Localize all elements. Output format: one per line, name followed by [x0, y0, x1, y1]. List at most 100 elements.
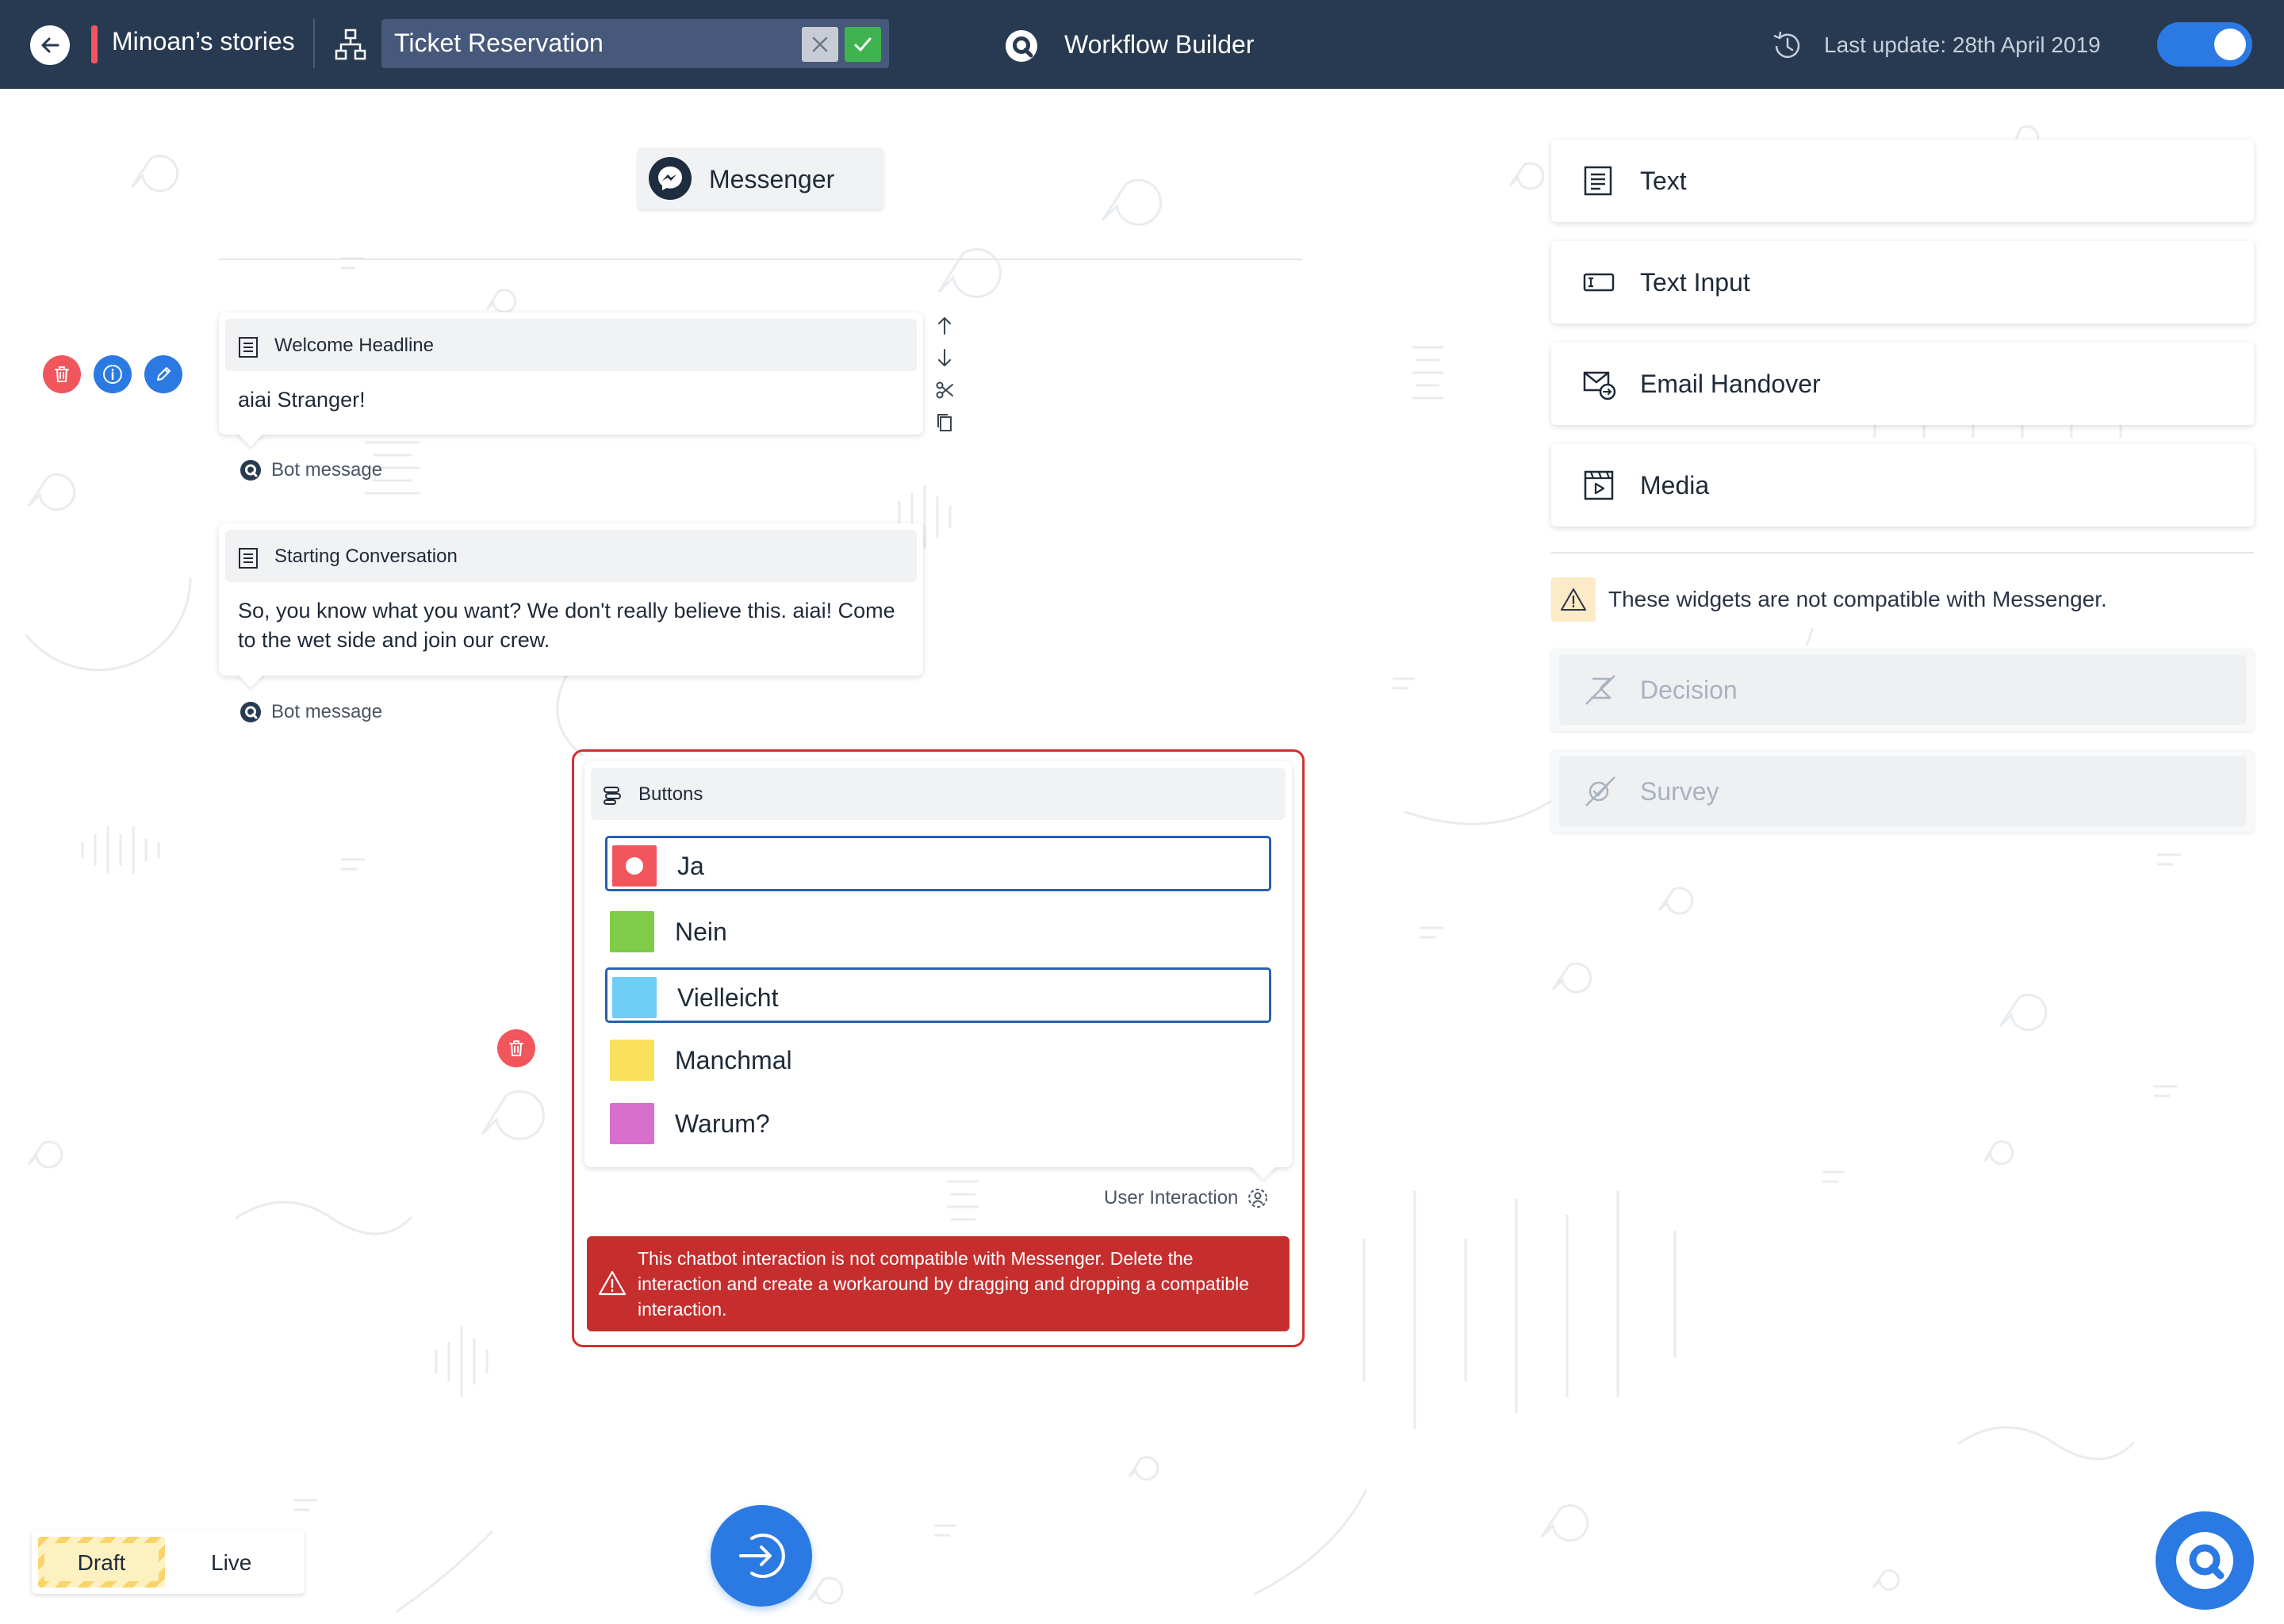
option-color-swatch: [610, 1103, 654, 1144]
card-title: Starting Conversation: [274, 546, 458, 567]
widget-decision-disabled: Decision: [1551, 649, 2254, 731]
edit-card-button[interactable]: [144, 355, 182, 393]
text-input-icon: [1583, 273, 1615, 292]
widget-email-handover[interactable]: Email Handover: [1551, 343, 2254, 425]
option-button-nein[interactable]: Nein: [605, 904, 1271, 959]
message-card-starting-conversation[interactable]: Starting Conversation So, you know what …: [219, 523, 923, 688]
incompatibility-error-banner: This chatbot interaction is not compatib…: [587, 1236, 1290, 1331]
pencil-icon: [157, 367, 171, 381]
bot-message-label: Bot message: [271, 459, 383, 481]
warning-triangle-icon: [598, 1270, 627, 1296]
message-card-welcome[interactable]: Welcome Headline aiai Stranger!: [219, 312, 923, 446]
buttons-interaction-card[interactable]: Buttons Ja Nein Vielleicht Manchmal Waru…: [584, 761, 1292, 1179]
move-down-icon[interactable]: [936, 347, 953, 368]
card-title: Buttons: [638, 783, 703, 805]
card-header: Starting Conversation: [225, 530, 917, 582]
workflow-name-value: Ticket Reservation: [394, 29, 604, 57]
delete-card-button[interactable]: [43, 355, 81, 393]
channel-label: Messenger: [709, 165, 835, 193]
widget-label: Email Handover: [1640, 370, 1821, 398]
last-update-text: Last update: 28th April 2019: [1824, 33, 2101, 57]
channel-divider: [219, 259, 1302, 260]
draft-mode-button[interactable]: Draft: [38, 1537, 165, 1588]
option-color-swatch: [610, 911, 654, 952]
panel-divider: [1551, 552, 2254, 553]
option-color-swatch: [612, 977, 657, 1018]
app-title: Workflow Builder: [1064, 30, 1255, 59]
close-icon: [812, 36, 828, 52]
toggle-knob: [2214, 29, 2246, 60]
bot-message-label: Bot message: [271, 701, 383, 722]
widget-text-input[interactable]: Text Input: [1551, 241, 2254, 324]
confirm-name-button[interactable]: [845, 27, 881, 62]
draft-live-switch: Draft Live: [32, 1530, 305, 1594]
widget-label: Survey: [1640, 777, 1719, 806]
bot-logo-icon: [240, 460, 261, 481]
text-icon: [239, 337, 258, 358]
copy-icon[interactable]: [936, 412, 953, 433]
radio-dot-icon: [626, 857, 643, 875]
widget-text[interactable]: Text: [1551, 140, 2254, 222]
sign-in-arrow-icon: [739, 1534, 785, 1578]
workflow-name-input[interactable]: Ticket Reservation: [381, 19, 889, 68]
buttons-icon: [604, 787, 621, 805]
decision-icon: [1585, 675, 1615, 705]
delete-buttons-block-button[interactable]: [497, 1029, 535, 1067]
card-message: So, you know what you want? We don't rea…: [238, 599, 895, 652]
option-label: Warum?: [675, 1109, 770, 1138]
widget-media[interactable]: Media: [1551, 444, 2254, 527]
back-button[interactable]: [30, 25, 70, 65]
incompatible-widgets-warning: These widgets are not compatible with Me…: [1608, 587, 2107, 611]
info-card-button[interactable]: [94, 355, 132, 393]
publish-toggle[interactable]: [2157, 22, 2252, 67]
warning-badge: [1551, 577, 1596, 622]
option-label: Vielleicht: [677, 983, 779, 1012]
user-interaction-icon: [1248, 1189, 1267, 1208]
history-icon[interactable]: [1770, 29, 1805, 63]
card-message: aiai Stranger!: [238, 388, 366, 412]
story-name[interactable]: Minoan’s stories: [112, 25, 295, 57]
card-header: Buttons: [591, 768, 1286, 820]
story-color-mark: [91, 25, 98, 63]
option-label: Ja: [677, 852, 704, 880]
trash-icon: [509, 1040, 523, 1056]
messenger-icon: [649, 157, 692, 200]
brand-logo-icon: [2176, 1532, 2233, 1589]
chat-assistant-button[interactable]: [2156, 1511, 2254, 1610]
workflow-tree-icon: [335, 29, 366, 60]
widget-label: Media: [1640, 471, 1710, 500]
card-title: Welcome Headline: [274, 335, 434, 356]
top-bar: Minoan’s stories Ticket Reservation Work…: [0, 0, 2284, 89]
move-up-icon[interactable]: [936, 316, 953, 336]
arrow-left-icon: [41, 37, 59, 53]
channel-selector[interactable]: Messenger: [638, 147, 883, 209]
option-color-swatch: [610, 1040, 654, 1081]
card-tail: [237, 419, 264, 446]
card-header: Welcome Headline: [225, 319, 917, 371]
widget-survey-disabled: Survey: [1551, 750, 2254, 833]
option-button-ja[interactable]: Ja: [605, 836, 1271, 891]
option-color-swatch: [612, 845, 657, 887]
widget-label: Decision: [1640, 676, 1738, 704]
info-icon: [103, 365, 122, 384]
card-tail: [237, 661, 264, 688]
bot-logo-icon: [240, 702, 261, 722]
scissors-icon[interactable]: [936, 381, 955, 400]
enter-preview-button[interactable]: [711, 1505, 812, 1607]
brand-logo-icon: [1006, 30, 1037, 62]
cancel-name-button[interactable]: [802, 27, 838, 62]
text-icon: [1584, 166, 1612, 196]
live-mode-button[interactable]: Live: [211, 1551, 251, 1575]
checkmark-icon: [854, 37, 872, 52]
widget-label: Text: [1640, 167, 1687, 195]
option-button-manchmal[interactable]: Manchmal: [605, 1032, 1271, 1088]
header-divider: [313, 19, 315, 68]
user-interaction-label: User Interaction: [1104, 1187, 1239, 1208]
widget-label: Text Input: [1640, 268, 1750, 297]
option-label: Nein: [675, 917, 727, 946]
option-label: Manchmal: [675, 1046, 792, 1074]
media-icon: [1584, 470, 1614, 500]
option-button-vielleicht[interactable]: Vielleicht: [605, 967, 1271, 1023]
option-button-warum[interactable]: Warum?: [605, 1096, 1271, 1151]
warning-triangle-icon: [1561, 588, 1586, 611]
